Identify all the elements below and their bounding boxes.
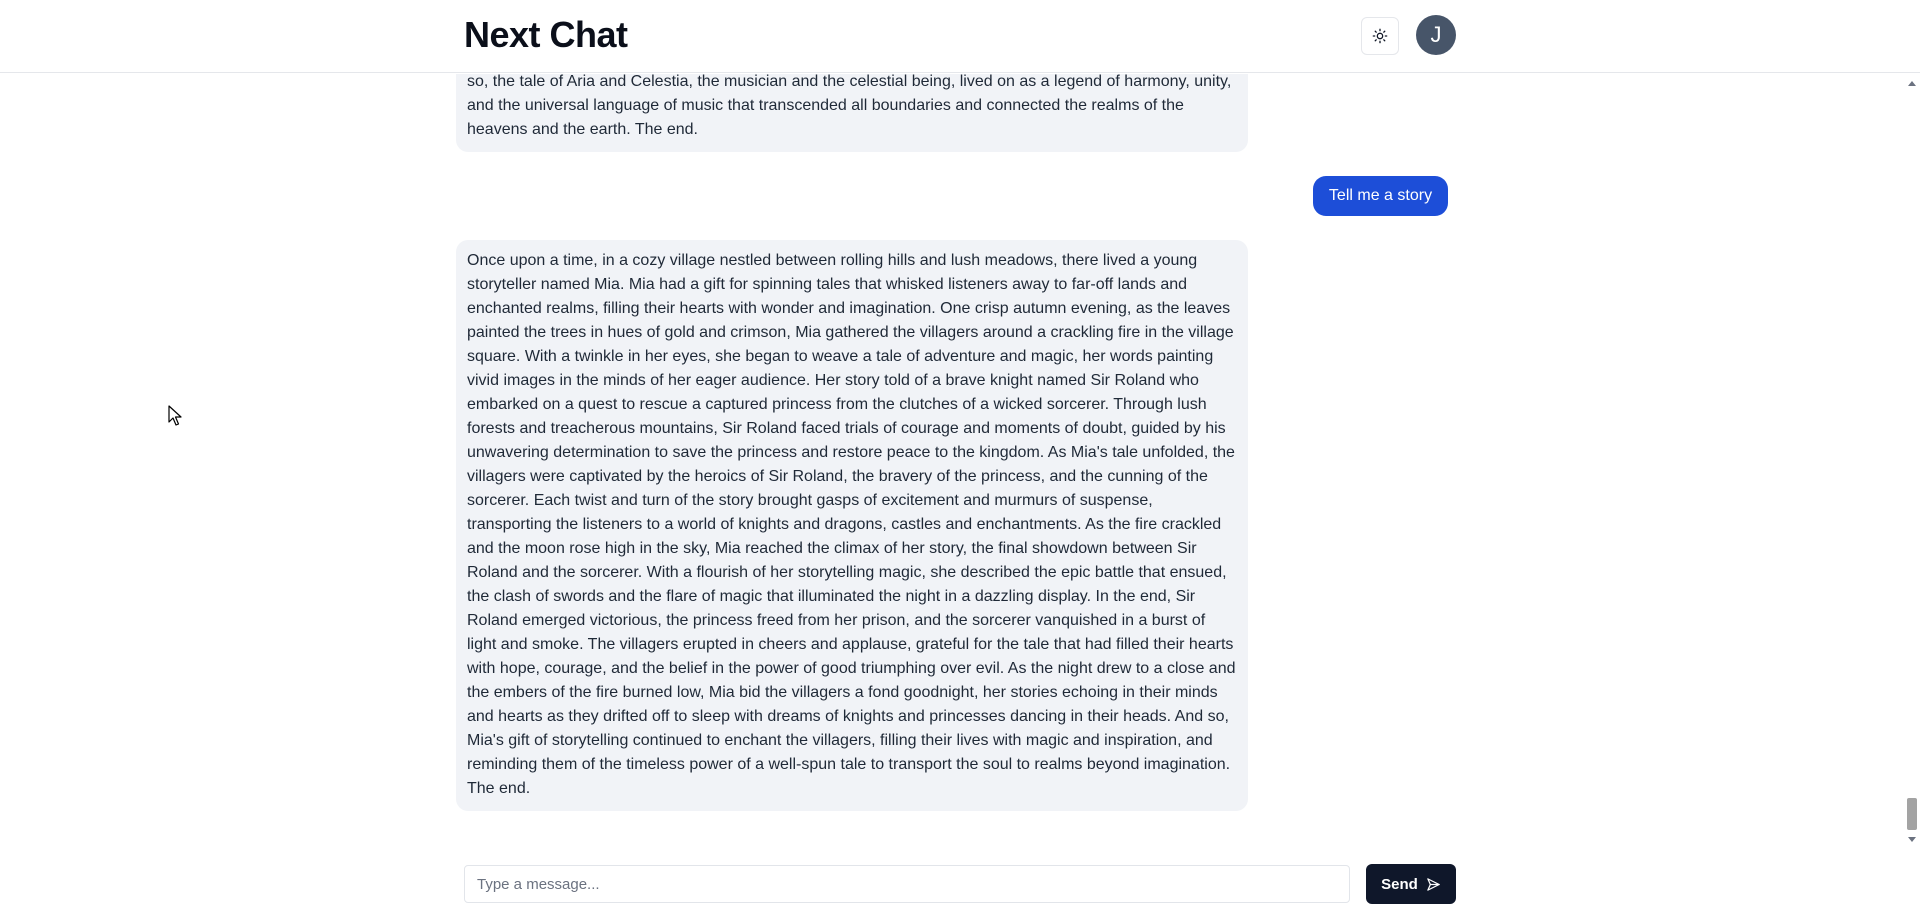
avatar-initial: J <box>1430 22 1442 47</box>
assistant-message: so, the tale of Aria and Celestia, the m… <box>456 74 1248 152</box>
scrollbar-thumb[interactable] <box>1907 798 1917 830</box>
message-text: so, the tale of Aria and Celestia, the m… <box>467 74 1232 138</box>
chat-scrollbar[interactable] <box>1904 74 1920 848</box>
assistant-message: Once upon a time, in a cozy village nest… <box>456 240 1248 811</box>
scroll-down-arrow[interactable] <box>1904 832 1920 846</box>
send-button[interactable]: Send <box>1366 864 1456 904</box>
send-label: Send <box>1381 875 1418 893</box>
user-avatar[interactable]: J <box>1416 15 1456 55</box>
theme-toggle-button[interactable] <box>1361 17 1399 55</box>
send-icon <box>1427 877 1440 891</box>
chat-message-list[interactable]: so, the tale of Aria and Celestia, the m… <box>0 74 1920 848</box>
message-input[interactable] <box>464 865 1350 903</box>
app-title: Next Chat <box>464 14 628 55</box>
message-text: Once upon a time, in a cozy village nest… <box>467 252 1236 797</box>
mouse-cursor-icon <box>168 405 182 426</box>
app-header: Next Chat J <box>0 0 1920 73</box>
message-text: Tell me a story <box>1328 187 1433 204</box>
user-message: Tell me a story <box>1313 176 1448 216</box>
sun-icon <box>1372 28 1388 44</box>
scroll-up-arrow[interactable] <box>1904 76 1920 90</box>
